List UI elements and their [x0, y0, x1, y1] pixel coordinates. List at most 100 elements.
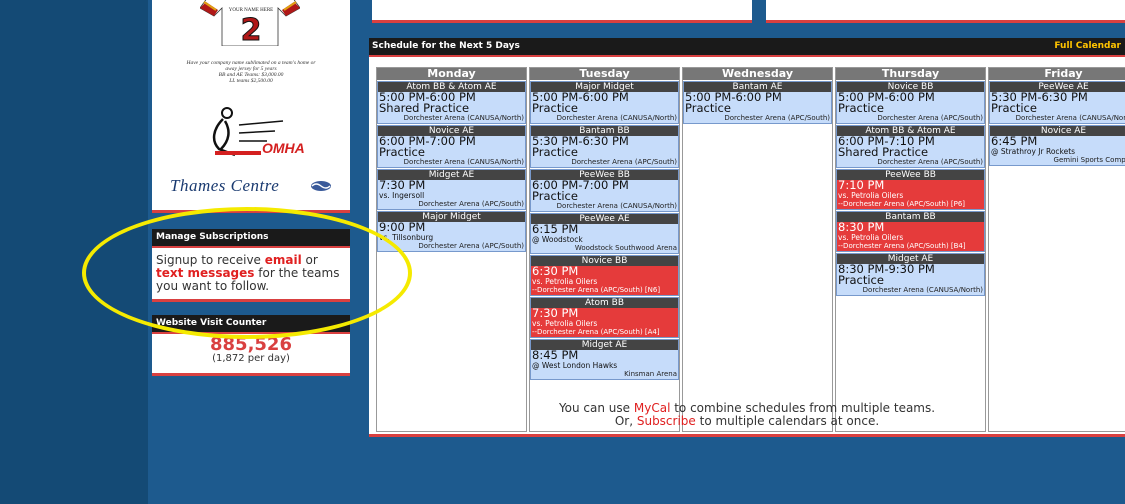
- event-body: 6:00 PM-7:00 PM Practice Dorchester Arena …: [378, 135, 525, 167]
- event-description: Practice: [685, 101, 731, 115]
- thames-wave-icon: [311, 181, 331, 191]
- visits-per-day: (1,872 per day): [212, 353, 290, 364]
- event-location[interactable]: Gemini Sports Complex: [991, 156, 1125, 165]
- schedule-event[interactable]: Major Midget 9:00 PM vs. Tillsonburg Dorche…: [377, 211, 526, 252]
- schedule-event[interactable]: Novice AE 6:45 PM @ Strathroy Jr Rockets Ge…: [989, 125, 1125, 166]
- event-description: Practice: [991, 101, 1037, 115]
- event-time: 7:30 PM: [532, 306, 579, 320]
- schedule-event[interactable]: Midget AE 8:30 PM-9:30 PM Practice Dorchest…: [836, 253, 985, 296]
- event-location[interactable]: Kinsman Arena: [532, 370, 677, 379]
- event-opponent: vs. Ingersoll: [379, 191, 425, 200]
- event-location[interactable]: Dorchester Arena (CANUSA/North): [532, 114, 677, 123]
- event-location[interactable]: Dorchester Arena (APC/South): [838, 114, 983, 123]
- schedule-event[interactable]: PeeWee AE 5:30 PM-6:30 PM Practice Dorchest…: [989, 81, 1125, 124]
- event-time: 9:00 PM: [379, 220, 426, 234]
- footer-line-2: Or, Subscribe to multiple calendars at o…: [369, 415, 1125, 428]
- event-body: 8:45 PM @ West London Hawks Kinsman Arena: [531, 349, 678, 379]
- schedule-event[interactable]: Major Midget 5:00 PM-6:00 PM Practice Dorch…: [530, 81, 679, 124]
- event-location[interactable]: Dorchester Arena (CANUSA/North): [379, 158, 524, 167]
- event-time: 6:30 PM: [532, 264, 579, 278]
- schedule-event[interactable]: Novice BB 5:00 PM-6:00 PM Practice Dorchest…: [836, 81, 985, 124]
- schedule-footer-note: You can use MyCal to combine schedules f…: [369, 402, 1125, 428]
- footer-text: Or,: [614, 414, 637, 428]
- event-location[interactable]: Dorchester Arena (APC/South): [379, 200, 524, 209]
- subscribe-link[interactable]: Subscribe: [637, 414, 696, 428]
- event-time: 8:30 PM: [838, 220, 885, 234]
- schedule-event[interactable]: Novice BB 6:30 PM vs. Petrolia Oilers --Dor…: [530, 255, 679, 296]
- sponsor-panel: YOUR NAME HERE 2 Have your company name …: [152, 0, 350, 213]
- event-description: Practice: [532, 101, 578, 115]
- event-location[interactable]: Dorchester Arena (CANUSA/North): [532, 202, 677, 211]
- event-body: 7:10 PM vs. Petrolia Oilers --Dorchester A…: [837, 179, 984, 209]
- event-description: Practice: [532, 189, 578, 203]
- day-header: Monday: [377, 68, 526, 80]
- event-body: 5:00 PM-6:00 PM Practice Dorchester Arena …: [837, 91, 984, 123]
- schedule-event[interactable]: PeeWee BB 7:10 PM vs. Petrolia Oilers --Dor…: [836, 169, 985, 210]
- full-calendar-link[interactable]: Full Calendar: [1054, 38, 1121, 55]
- thames-centre-logo[interactable]: Thames Centre: [170, 176, 279, 196]
- event-location[interactable]: --Dorchester Arena (APC/South) [N6]: [532, 286, 677, 295]
- event-body: 5:00 PM-6:00 PM Practice Dorchester Arena …: [531, 91, 678, 123]
- schedule-event[interactable]: Bantam BB 5:30 PM-6:30 PM Practice Dorchest…: [530, 125, 679, 168]
- schedule-title: Schedule for the Next 5 Days: [372, 41, 520, 51]
- event-description: Practice: [838, 273, 884, 287]
- event-opponent: vs. Tillsonburg: [379, 233, 434, 242]
- event-opponent: vs. Petrolia Oilers: [532, 277, 598, 286]
- event-body: 7:30 PM vs. Petrolia Oilers --Dorchester A…: [531, 306, 678, 337]
- event-location[interactable]: --Dorchester Arena (APC/South) [P6]: [838, 200, 983, 209]
- event-opponent: @ Strathroy Jr Rockets: [991, 147, 1076, 156]
- day-header: Tuesday: [530, 68, 679, 80]
- day-header: Thursday: [836, 68, 985, 80]
- schedule-event[interactable]: Bantam AE 5:00 PM-6:00 PM Practice Dorchest…: [683, 81, 832, 124]
- event-description: Practice: [379, 145, 425, 159]
- mycal-link[interactable]: MyCal: [634, 401, 671, 415]
- event-opponent: vs. Petrolia Oilers: [532, 319, 598, 328]
- sponsor-ad-text: Have your company name sublimated on a t…: [162, 60, 340, 84]
- event-description: Shared Practice: [838, 145, 929, 159]
- event-body: 6:45 PM @ Strathroy Jr Rockets Gemini Spor…: [990, 135, 1125, 165]
- event-location[interactable]: Dorchester Arena (APC/South): [532, 158, 677, 167]
- event-opponent: vs. Petrolia Oilers: [838, 191, 904, 200]
- event-description: Practice: [838, 101, 884, 115]
- schedule-event[interactable]: Bantam BB 8:30 PM vs. Petrolia Oilers --Dor…: [836, 211, 985, 252]
- event-location[interactable]: Woodstock Southwood Arena: [532, 244, 677, 253]
- schedule-event[interactable]: Atom BB 7:30 PM vs. Petrolia Oilers --Dorch…: [530, 297, 679, 338]
- event-location[interactable]: Dorchester Arena (CANUSA/North): [379, 114, 524, 123]
- event-time: 7:30 PM: [379, 178, 426, 192]
- event-location[interactable]: Dorchester Arena (CANUSA/North): [838, 286, 983, 295]
- event-body: 5:30 PM-6:30 PM Practice Dorchester Arena …: [990, 91, 1125, 123]
- event-description: Practice: [532, 145, 578, 159]
- event-location[interactable]: --Dorchester Arena (APC/South) [B4]: [838, 242, 983, 251]
- event-location[interactable]: --Dorchester Arena (APC/South) [A4]: [532, 328, 677, 337]
- day-header: Wednesday: [683, 68, 832, 80]
- event-location[interactable]: Dorchester Arena (APC/South): [685, 114, 830, 123]
- event-opponent: vs. Petrolia Oilers: [838, 233, 904, 242]
- event-opponent: @ Woodstock: [532, 235, 583, 244]
- event-time: 6:15 PM: [532, 222, 579, 236]
- event-opponent: @ West London Hawks: [532, 361, 618, 370]
- schedule-event[interactable]: Novice AE 6:00 PM-7:00 PM Practice Dorchest…: [377, 125, 526, 168]
- schedule-event[interactable]: Atom BB & Atom AE 5:00 PM-6:00 PM Shared P…: [377, 81, 526, 124]
- day-column-tuesday: Tuesday Major Midget 5:00 PM-6:00 PM Practi…: [529, 67, 680, 432]
- day-column-wednesday: Wednesday Bantam AE 5:00 PM-6:00 PM Practic…: [682, 67, 833, 432]
- schedule-event[interactable]: Atom BB & Atom AE 6:00 PM-7:10 PM Shared P…: [836, 125, 985, 168]
- top-panel-right: [766, 0, 1125, 23]
- event-description: Shared Practice: [379, 101, 470, 115]
- schedule-event[interactable]: Midget AE 7:30 PM vs. Ingersoll Dorchester …: [377, 169, 526, 210]
- event-body: 6:00 PM-7:00 PM Practice Dorchester Arena …: [531, 179, 678, 211]
- schedule-event[interactable]: PeeWee BB 6:00 PM-7:00 PM Practice Dorchest…: [530, 169, 679, 212]
- footer-text: to combine schedules from multiple teams…: [670, 401, 936, 415]
- schedule-panel: Schedule for the Next 5 Days Full Calend…: [369, 38, 1125, 437]
- schedule-header: Schedule for the Next 5 Days Full Calend…: [369, 38, 1125, 57]
- footer-text: to multiple calendars at once.: [695, 414, 880, 428]
- event-body: 5:30 PM-6:30 PM Practice Dorchester Arena …: [531, 135, 678, 167]
- event-location[interactable]: Dorchester Arena (CANUSA/North): [991, 114, 1125, 123]
- day-column-thursday: Thursday Novice BB 5:00 PM-6:00 PM Practice…: [835, 67, 986, 432]
- event-body: 5:00 PM-6:00 PM Practice Dorchester Arena …: [684, 91, 831, 123]
- highlight-ring-annotation: [82, 207, 412, 339]
- jersey-number: 2: [240, 13, 262, 49]
- schedule-event[interactable]: Midget AE 8:45 PM @ West London Hawks Kinsm…: [530, 339, 679, 380]
- event-location[interactable]: Dorchester Arena (APC/South): [838, 158, 983, 167]
- schedule-event[interactable]: PeeWee AE 6:15 PM @ Woodstock Woodstock Sou…: [530, 213, 679, 254]
- event-body: 6:15 PM @ Woodstock Woodstock Southwood Ar…: [531, 222, 678, 253]
